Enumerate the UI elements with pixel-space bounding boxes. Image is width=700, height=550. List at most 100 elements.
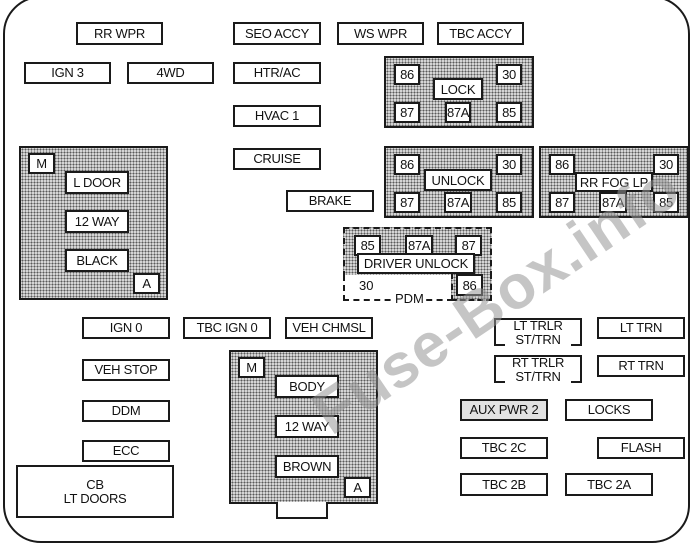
fuse-label-line1: LT TRLR (513, 318, 563, 333)
fuse-label: WS WPR (353, 25, 408, 41)
fuse-label: 4WD (156, 65, 185, 81)
connector-label: 12 WAY (74, 213, 120, 229)
fuse-label: CRUISE (253, 151, 301, 167)
fuse-tbc-ign0[interactable]: TBC IGN 0 (183, 317, 271, 339)
fuse-seo-accy[interactable]: SEO ACCY (233, 22, 321, 45)
pin-label: 87 (555, 195, 569, 210)
marker-label: M (246, 360, 257, 375)
pin-label: 85 (502, 195, 516, 210)
fuse-label: RR WPR (94, 25, 145, 41)
fuse-label: LT TRLR ST/TRN (494, 319, 582, 347)
fuse-label: TBC IGN 0 (196, 320, 258, 336)
relay-pin-87a: 87A (444, 192, 472, 213)
relay-driver-unlock[interactable]: 85 87A 87 DRIVER UNLOCK 30 86 PDM (343, 227, 492, 306)
marker-label: A (142, 276, 151, 291)
fuse-ign3[interactable]: IGN 3 (24, 62, 111, 84)
pin-label: 86 (555, 157, 569, 172)
fuse-flash[interactable]: FLASH (597, 437, 685, 459)
pin-label: 87 (400, 105, 414, 120)
relay-pin-87: 87 (394, 102, 420, 123)
marker-label: A (353, 480, 362, 495)
fuse-label: TBC 2A (587, 476, 631, 492)
fuse-ws-wpr[interactable]: WS WPR (337, 22, 424, 45)
relay-name: LOCK (440, 81, 476, 97)
fuse-label: HVAC 1 (254, 108, 300, 124)
fuse-label: IGN 0 (109, 320, 143, 336)
connector-label: 12 WAY (284, 418, 330, 434)
connector-label: BLACK (76, 252, 118, 268)
relay-pin-85: 85 (653, 192, 679, 213)
fuse-label: ECC (112, 443, 140, 459)
relay-pin-86: 86 (394, 64, 420, 85)
fuse-tbc-accy[interactable]: TBC ACCY (437, 22, 524, 45)
cb-label-line2: LT DOORS (63, 490, 127, 506)
fuse-htr-ac[interactable]: HTR/AC (233, 62, 321, 84)
fuse-rt-trlr-st-trn[interactable]: RT TRLR ST/TRN (494, 355, 582, 384)
fuse-label-line1: RT TRLR (511, 355, 565, 370)
connector-label-12-way: 12 WAY (275, 415, 339, 438)
relay-pin-86: 86 (456, 274, 483, 296)
relay-pin-30: 30 (496, 64, 522, 85)
pin-label: 87 (461, 238, 476, 253)
pin-label: 87A (408, 238, 430, 253)
fuse-brake[interactable]: BRAKE (286, 190, 374, 212)
relay-label: DRIVER UNLOCK (357, 253, 475, 274)
connector-label-l-door: L DOOR (65, 171, 129, 194)
pin-label: 86 (400, 157, 414, 172)
fuse-label: LOCKS (587, 402, 631, 418)
pin-label: 86 (400, 67, 414, 82)
pin-label: 87A (447, 105, 469, 120)
fuse-label: TBC ACCY (449, 25, 512, 41)
relay-unlock[interactable]: 86 30 UNLOCK 87 87A 85 (384, 146, 534, 218)
fuse-label: LT TRN (619, 320, 663, 336)
pin-label: 87 (400, 195, 414, 210)
connector-l-door[interactable]: M L DOOR 12 WAY BLACK A (19, 146, 168, 300)
pin-label: 85 (659, 195, 673, 210)
cb-label-line1: CB (86, 476, 104, 492)
fuse-tbc-2a[interactable]: TBC 2A (565, 473, 653, 496)
fuse-label: SEO ACCY (244, 25, 310, 41)
marker-label: M (36, 156, 47, 171)
fuse-lt-trlr-st-trn[interactable]: LT TRLR ST/TRN (494, 318, 582, 347)
connector-label-brown: BROWN (275, 455, 339, 478)
fuse-ecc[interactable]: ECC (82, 440, 170, 462)
fuse-label-line2: ST/TRN (515, 369, 561, 384)
relay-pin-86: 86 (394, 154, 420, 175)
fuse-label: TBC 2B (482, 476, 526, 492)
circuit-breaker-lt-doors[interactable]: CB LT DOORS (16, 465, 174, 518)
relay-name: DRIVER UNLOCK (363, 256, 469, 271)
fuse-label: IGN 3 (51, 65, 84, 81)
fuse-hvac1[interactable]: HVAC 1 (233, 105, 321, 127)
fuse-rr-wpr[interactable]: RR WPR (76, 22, 163, 45)
relay-pin-85: 85 (496, 192, 522, 213)
relay-name: UNLOCK (431, 172, 485, 188)
fuse-veh-stop[interactable]: VEH STOP (82, 359, 170, 381)
connector-label: BROWN (282, 458, 332, 474)
relay-pin-87a: 87A (599, 192, 627, 213)
fuse-cruise[interactable]: CRUISE (233, 148, 321, 170)
fuse-4wd[interactable]: 4WD (127, 62, 214, 84)
fuse-label: VEH STOP (94, 362, 158, 378)
fuse-locks[interactable]: LOCKS (565, 399, 653, 421)
pin-label: 87A (602, 195, 624, 210)
connector-a-marker: A (344, 477, 371, 498)
fuse-label: DDM (111, 403, 141, 419)
connector-m-marker: M (28, 153, 55, 174)
relay-pin-30: 30 (496, 154, 522, 175)
connector-body[interactable]: M BODY 12 WAY BROWN A (229, 350, 378, 504)
pdm-pin-30-label: 30 (359, 278, 374, 293)
relay-rr-fog-lp[interactable]: 86 30 RR FOG LP 87 87A 85 (539, 146, 689, 218)
fuse-lt-trn[interactable]: LT TRN (597, 317, 685, 339)
fuse-veh-chmsl[interactable]: VEH CHMSL (285, 317, 373, 339)
fuse-aux-pwr2[interactable]: AUX PWR 2 (460, 399, 548, 421)
relay-pin-86: 86 (549, 154, 575, 175)
fuse-tbc-2c[interactable]: TBC 2C (460, 437, 548, 459)
fuse-label: VEH CHMSL (292, 320, 366, 336)
fuse-label: FLASH (620, 440, 662, 456)
fuse-ign0[interactable]: IGN 0 (82, 317, 170, 339)
relay-lock[interactable]: 86 30 LOCK 87 87A 85 (384, 56, 534, 128)
fuse-rt-trn[interactable]: RT TRN (597, 355, 685, 377)
relay-label: RR FOG LP (575, 172, 653, 192)
fuse-tbc-2b[interactable]: TBC 2B (460, 473, 548, 496)
fuse-ddm[interactable]: DDM (82, 400, 170, 422)
